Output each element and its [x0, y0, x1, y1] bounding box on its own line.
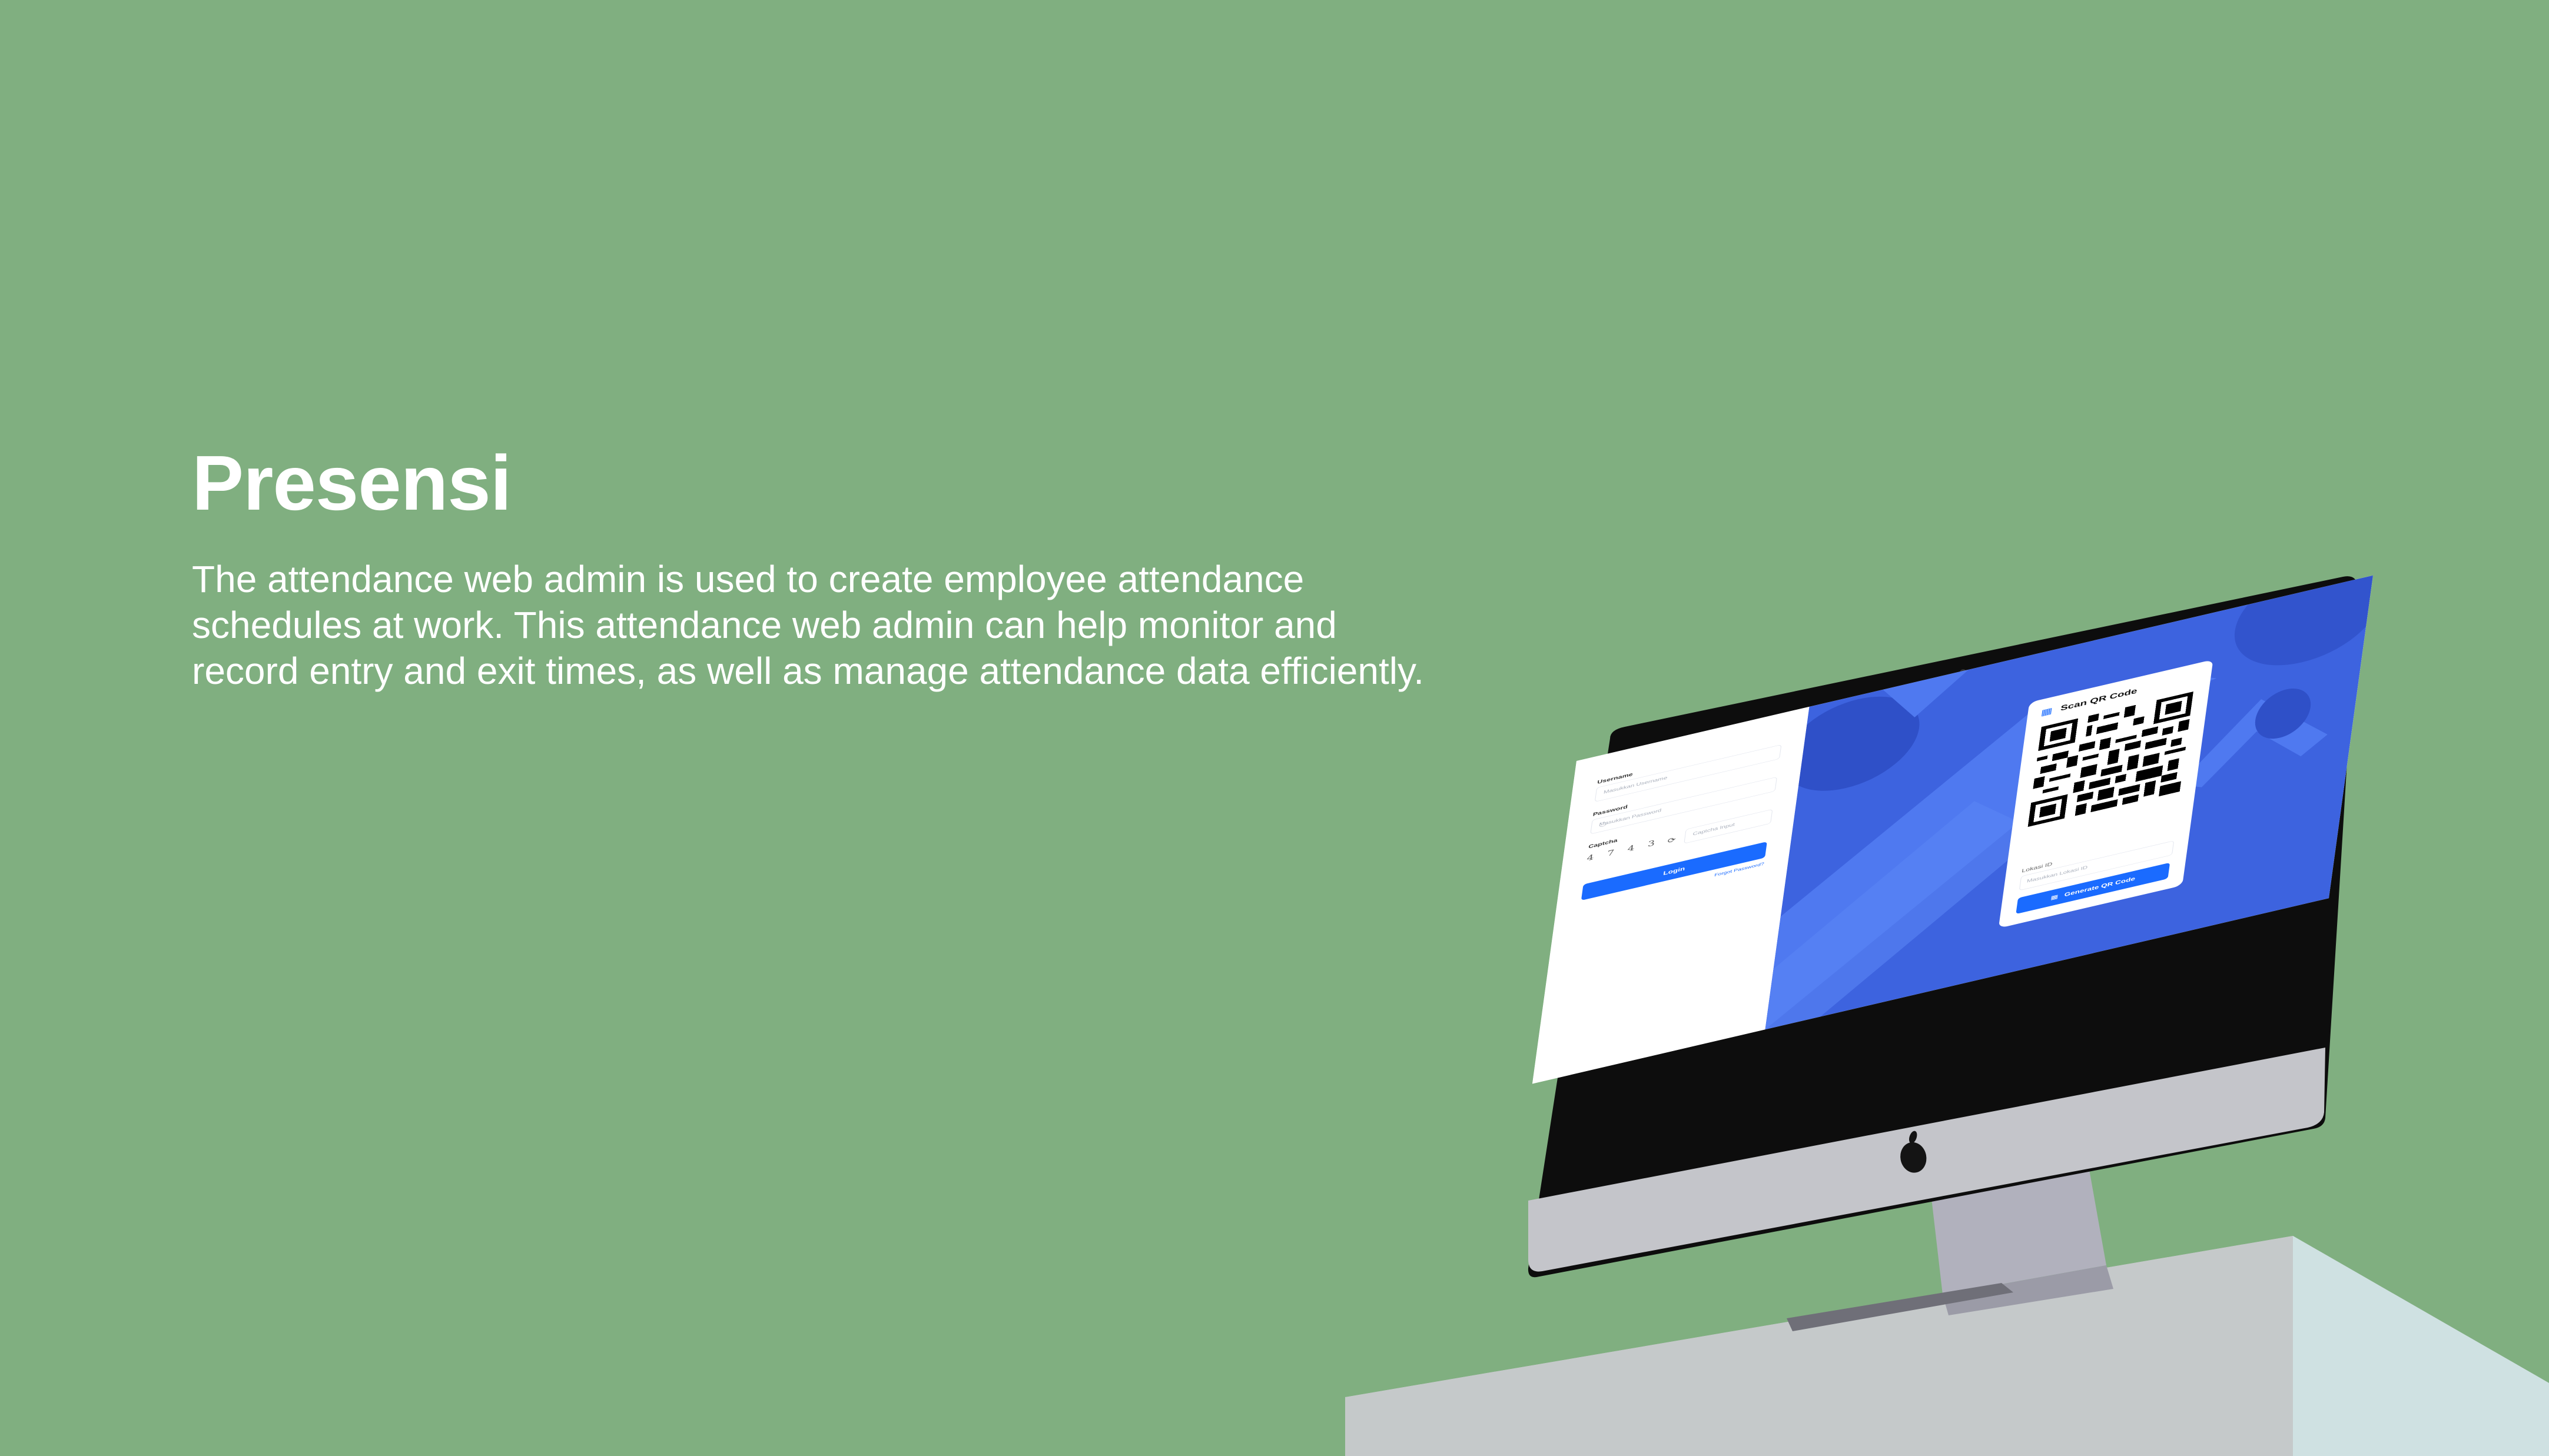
- refresh-icon[interactable]: ⟳: [1667, 835, 1677, 845]
- generate-qr-label: Generate QR Code: [2064, 875, 2136, 898]
- captcha-placeholder: Captcha Input: [1692, 822, 1735, 837]
- qr-small-icon: ▦: [2050, 893, 2059, 901]
- captcha-input[interactable]: Captcha Input: [1684, 809, 1773, 844]
- qr-icon: ▦: [2040, 706, 2053, 718]
- qr-code-image: [2027, 691, 2193, 827]
